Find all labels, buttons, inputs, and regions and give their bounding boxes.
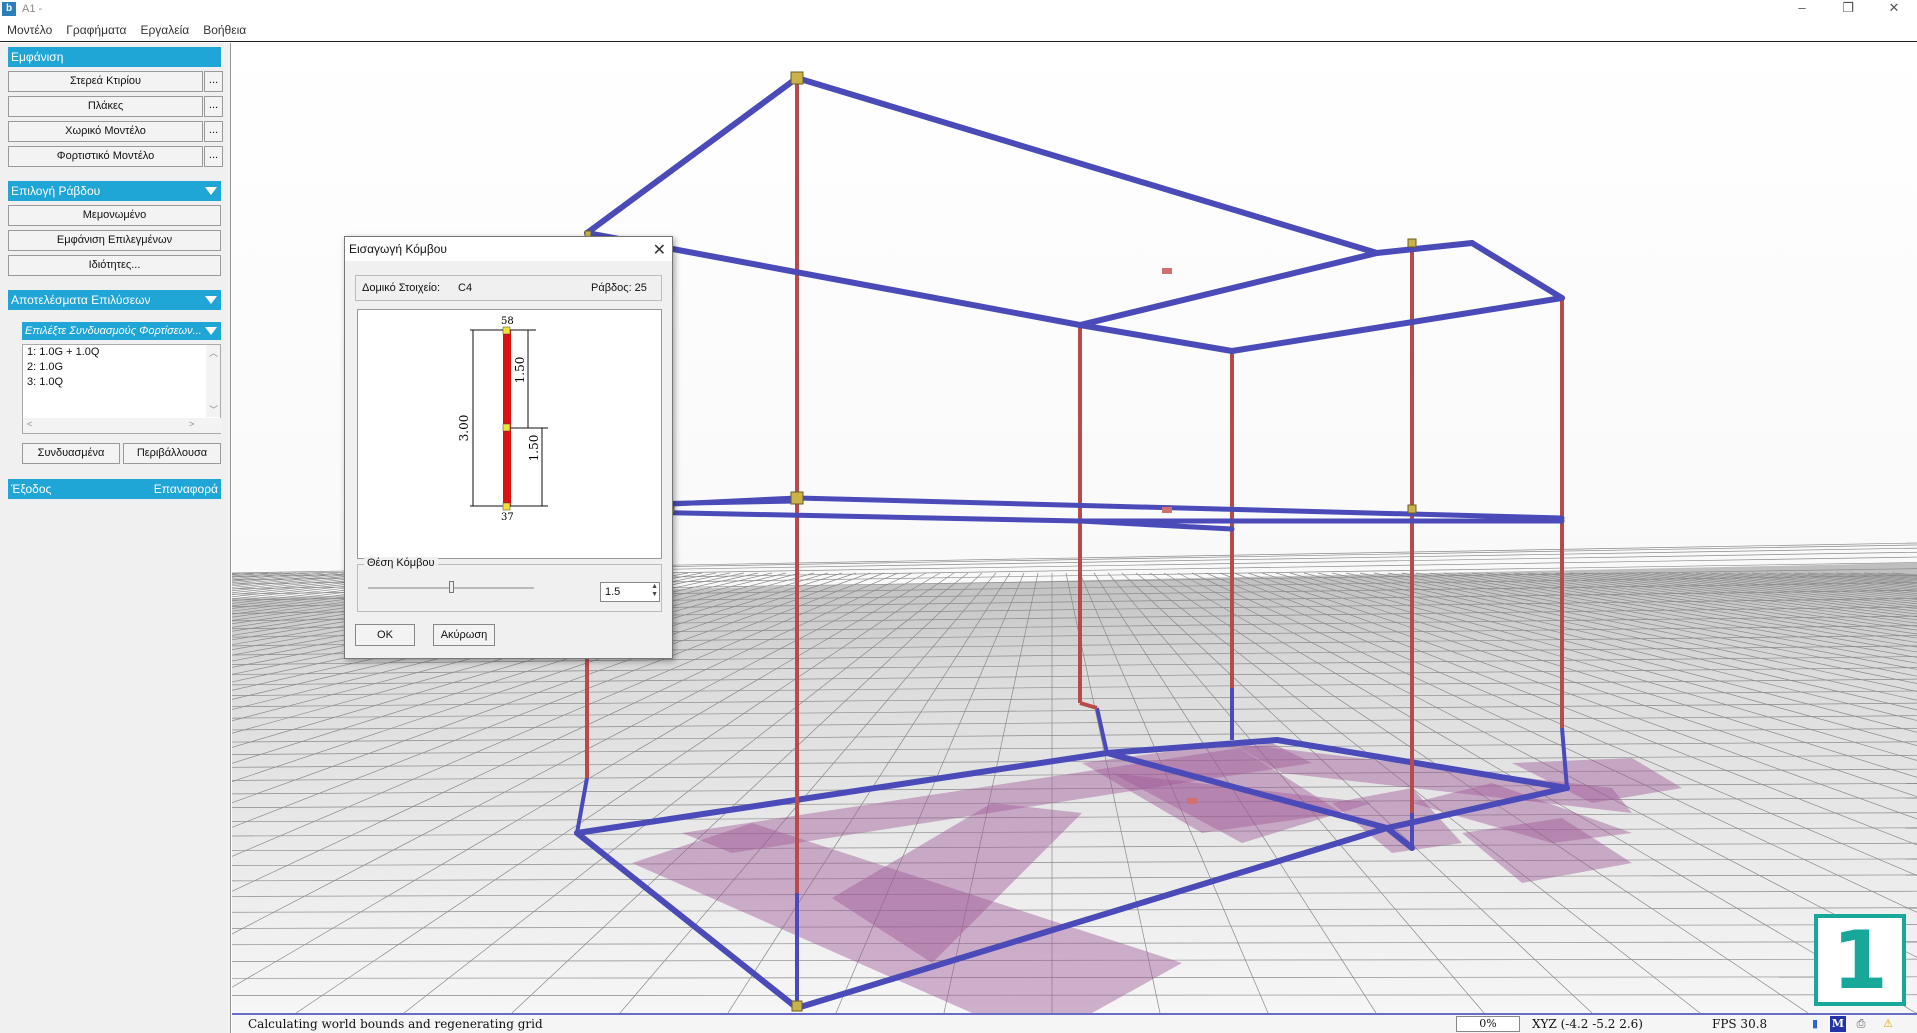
printer-icon[interactable]: ⎙ [1853,1016,1869,1032]
dialog-title-bar: Εισαγωγή Κόμβου ✕ [345,237,672,261]
list-item[interactable]: 1: 1.0G + 1.0Q [23,345,220,360]
title-bar: b A1 - – ❐ ✕ [0,0,1917,18]
list-item[interactable]: 3: 1.0Q [23,375,220,390]
vertical-scrollbar[interactable]: ︿ ﹀ [206,345,220,417]
node-top-label: 58 [501,316,514,327]
close-button[interactable]: ✕ [1871,0,1917,18]
combined-button[interactable]: Συνδυασμένα [22,443,120,464]
column-diagram: 58 37 3.00 1.50 1.50 [357,309,662,559]
scroll-down-icon[interactable]: ﹀ [209,403,218,416]
position-value: 1.5 [605,586,621,598]
db-icon[interactable]: ▮ [1807,1016,1823,1032]
column-diagram-svg: 58 37 3.00 1.50 1.50 [457,316,548,523]
scroll-up-icon[interactable]: ︿ [209,346,218,359]
element-value: C4 [458,282,473,294]
exit-link[interactable]: Έξοδος [11,482,51,496]
fps-readout: FPS 30.8 [1712,1017,1768,1031]
exit-restore-bar: Έξοδος Επαναφορά [8,479,221,499]
spatial-model-options-button[interactable]: ... [204,121,223,142]
combinations-list[interactable]: 1: 1.0G + 1.0Q 2: 1.0G 3: 1.0Q ︿ ﹀ < > [22,344,222,434]
scroll-left-icon[interactable]: < [27,419,32,429]
load-combination-combo[interactable]: Επιλέξτε Συνδυασμούς Φορτίσεων... [22,322,221,340]
window-title: A1 - [22,3,43,15]
dim-lower-label: 1.50 [527,435,541,462]
list-item[interactable]: 2: 1.0G [23,360,220,375]
solid-building-options-button[interactable]: ... [204,71,223,92]
menu-model[interactable]: Μοντέλο [0,23,59,37]
coordinates-readout: XYZ (-4.2 -5.2 2.6) [1532,1017,1643,1031]
collapse-triangle-icon [205,296,217,304]
dim-upper-label: 1.50 [513,357,527,384]
collapse-triangle-icon [205,187,217,195]
single-button[interactable]: Μεμονωμένο [8,205,221,226]
slabs-options-button[interactable]: ... [204,96,223,117]
position-slider-thumb[interactable] [449,581,454,593]
node-position-label: Θέση Κόμβου [364,557,438,569]
maximize-button[interactable]: ❐ [1825,0,1871,18]
menu-graphs[interactable]: Γραφήματα [59,23,133,37]
m-icon[interactable]: M [1830,1016,1846,1032]
left-panel: Εμφάνιση Στερεά Κτιρίου ... Πλάκες ... Χ… [0,43,231,1033]
view-number-badge: 1 [1814,914,1906,1006]
dropdown-triangle-icon [205,327,217,335]
status-message: Calculating world bounds and regeneratin… [248,1017,543,1031]
progress-indicator: 0% [1456,1016,1520,1032]
menu-tools[interactable]: Εργαλεία [133,23,196,37]
dim-total-label: 3.00 [457,415,471,442]
select-bar-header-label: Επιλογή Ράβδου [11,184,101,198]
menu-bar: Μοντέλο Γραφήματα Εργαλεία Βοήθεια [0,18,1917,42]
spatial-model-button[interactable]: Χωρικό Μοντέλο [8,121,203,142]
node-bottom-label: 37 [501,512,514,523]
insert-node-dialog: Εισαγωγή Κόμβου ✕ Δομικό Στοιχείο: C4 Ρά… [344,236,673,659]
app-icon[interactable]: b [2,2,16,16]
node-position-group: Θέση Κόμβου 1.5 ▲ ▼ [357,557,662,612]
spin-arrows-icon[interactable]: ▲ ▼ [651,583,658,599]
display-header: Εμφάνιση [8,47,221,67]
menu-help[interactable]: Βοήθεια [196,23,253,37]
show-selected-button[interactable]: Εμφάνιση Επιλεγμένων [8,230,221,251]
ok-button[interactable]: OK [355,624,415,646]
load-model-options-button[interactable]: ... [204,146,223,167]
node-top-marker [502,326,511,335]
horizontal-scrollbar[interactable]: < > [23,418,222,433]
results-header[interactable]: Αποτελέσματα Επιλύσεων [8,290,221,310]
element-label: Δομικό Στοιχείο: [362,282,441,294]
cancel-button[interactable]: Ακύρωση [433,624,495,646]
properties-button[interactable]: Ιδιότητες... [8,255,221,276]
envelope-button[interactable]: Περιβάλλουσα [123,443,221,464]
dialog-close-icon[interactable]: ✕ [653,239,666,263]
restore-link[interactable]: Επαναφορά [154,479,218,499]
solid-building-button[interactable]: Στερεά Κτιρίου [8,71,203,92]
select-bar-header[interactable]: Επιλογή Ράβδου [8,181,221,201]
dialog-title: Εισαγωγή Κόμβου [349,242,447,256]
load-model-button[interactable]: Φορτιστικό Μοντέλο [8,146,203,167]
column-bar [503,330,511,506]
status-bar: Calculating world bounds and regeneratin… [232,1013,1917,1033]
results-header-label: Αποτελέσματα Επιλύσεων [11,293,151,307]
bar-label: Ράβδος: 25 [591,282,647,294]
warning-icon[interactable]: ⚠ [1880,1016,1896,1032]
scroll-right-icon[interactable]: > [189,419,194,429]
element-info: Δομικό Στοιχείο: C4 Ράβδος: 25 [355,275,662,301]
new-node-marker [502,423,511,432]
combo-label: Επιλέξτε Συνδυασμούς Φορτίσεων... [25,325,202,337]
minimize-button[interactable]: – [1779,0,1825,18]
position-input[interactable]: 1.5 ▲ ▼ [600,582,660,602]
node-bottom-marker [502,502,511,511]
slabs-button[interactable]: Πλάκες [8,96,203,117]
